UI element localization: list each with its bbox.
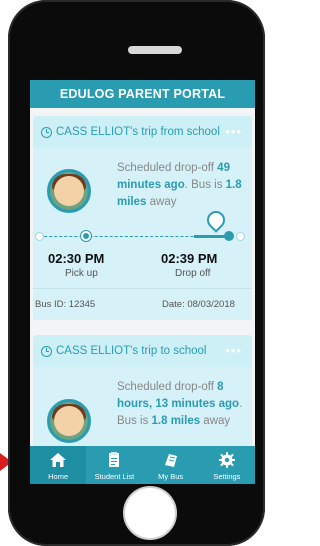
pickup-marker: [81, 231, 91, 241]
trip-title: CASS ELLIOT's trip from school: [56, 126, 220, 138]
bottom-tab-bar: Home Student List My Bus Settings: [30, 446, 255, 484]
tab-settings[interactable]: Settings: [199, 446, 255, 484]
card-divider: [33, 288, 252, 289]
trip-timeline: [35, 207, 247, 243]
app-screen: EDULOG PARENT PORTAL CASS ELLIOT's trip …: [30, 80, 255, 484]
tab-label: My Bus: [158, 472, 184, 481]
tab-label: Settings: [213, 472, 241, 481]
app-header: EDULOG PARENT PORTAL: [30, 80, 255, 108]
tab-home[interactable]: Home: [30, 446, 87, 484]
trip-title: CASS ELLIOT's trip to school: [56, 345, 207, 357]
dropoff-time: 02:39 PM: [161, 251, 218, 266]
trip-date: Date: 08/03/2018: [162, 299, 235, 310]
student-avatar: [47, 169, 91, 213]
clock-icon: [41, 345, 52, 357]
app-title: EDULOG PARENT PORTAL: [59, 87, 226, 101]
dropoff-label: Drop off: [175, 268, 211, 279]
dropoff-marker: [224, 231, 234, 241]
trip-card-header: CASS ELLIOT's trip to school •••: [33, 335, 252, 367]
tab-student-list[interactable]: Student List: [86, 446, 142, 484]
tab-my-bus[interactable]: My Bus: [143, 446, 199, 484]
pickup-label: Pick up: [65, 268, 98, 279]
pickup-time: 02:30 PM: [48, 251, 105, 266]
trip-card-header: CASS ELLIOT's trip from school •••: [33, 116, 252, 148]
more-options-icon[interactable]: •••: [225, 124, 242, 139]
trip-card-body: Scheduled drop-off 49 minutes ago. Bus i…: [33, 148, 252, 320]
gear-icon: [218, 452, 235, 468]
phone-speaker: [128, 46, 182, 54]
phone-home-button[interactable]: [123, 486, 177, 540]
document-icon: [109, 452, 120, 467]
page-frame: EDULOG PARENT PORTAL CASS ELLIOT's trip …: [0, 0, 269, 546]
bus-id: Bus ID: 12345: [35, 299, 96, 310]
more-options-icon[interactable]: •••: [225, 343, 242, 358]
trip-card-from-school[interactable]: CASS ELLIOT's trip from school ••• Sched…: [33, 116, 252, 320]
clock-icon: [41, 126, 52, 138]
bus-icon: [164, 454, 177, 467]
trip-status-message: Scheduled drop-off 49 minutes ago. Bus i…: [117, 162, 242, 208]
trip-status-message: Scheduled drop-off 8 hours, 13 minutes a…: [117, 381, 243, 427]
home-icon: [50, 453, 67, 467]
tab-label: Home: [48, 472, 69, 481]
tab-label: Student List: [94, 472, 135, 481]
location-pin-icon: [203, 207, 229, 233]
student-avatar: [47, 399, 91, 443]
